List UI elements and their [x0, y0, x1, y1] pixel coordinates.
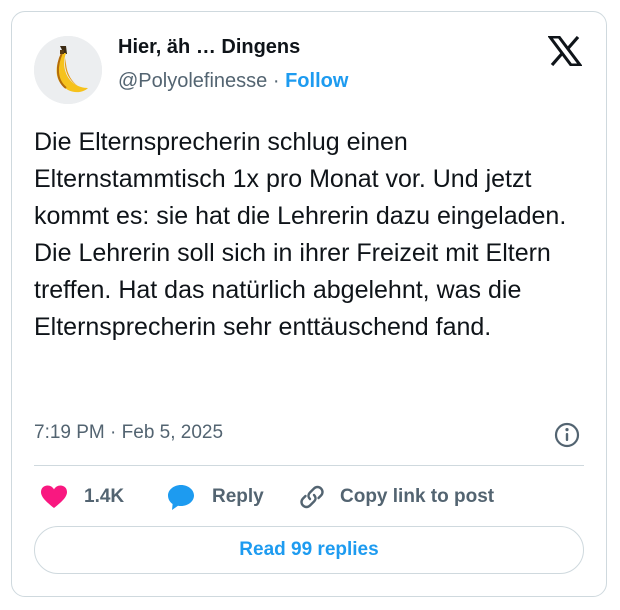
- tweet-paragraph: Die Elternsprecherin schlug einen Eltern…: [34, 128, 567, 230]
- divider: [34, 465, 584, 466]
- tweet-text: Die Elternsprecherin schlug einen Eltern…: [34, 124, 586, 346]
- read-replies-button[interactable]: Read 99 replies: [34, 526, 584, 574]
- banana-avatar-icon: [34, 36, 102, 104]
- heart-icon: [41, 485, 67, 508]
- x-logo-icon[interactable]: [547, 35, 583, 67]
- tweet-timestamp[interactable]: 7:19 PM · Feb 5, 2025: [34, 422, 223, 444]
- copy-link-button[interactable]: Copy link to post: [298, 480, 494, 514]
- reply-label: Reply: [212, 486, 264, 507]
- avatar[interactable]: [34, 36, 102, 104]
- like-button[interactable]: 1.4K: [40, 480, 124, 514]
- author-name[interactable]: Hier, äh … Dingens: [118, 36, 300, 59]
- follow-button[interactable]: Follow: [285, 70, 348, 92]
- author-handle-row: @Polyolefinesse · Follow: [118, 70, 348, 93]
- separator-dot: ·: [272, 70, 280, 92]
- like-count: 1.4K: [84, 486, 125, 507]
- copy-link-label: Copy link to post: [340, 486, 495, 507]
- speech-bubble-icon: [168, 485, 194, 510]
- reply-button[interactable]: Reply: [166, 480, 264, 514]
- author-handle[interactable]: @Polyolefinesse: [118, 70, 267, 92]
- tweet-paragraph: Die Lehrerin soll sich in ihrer Freizeit…: [34, 239, 551, 341]
- link-icon: [300, 485, 324, 509]
- info-icon[interactable]: [554, 422, 580, 448]
